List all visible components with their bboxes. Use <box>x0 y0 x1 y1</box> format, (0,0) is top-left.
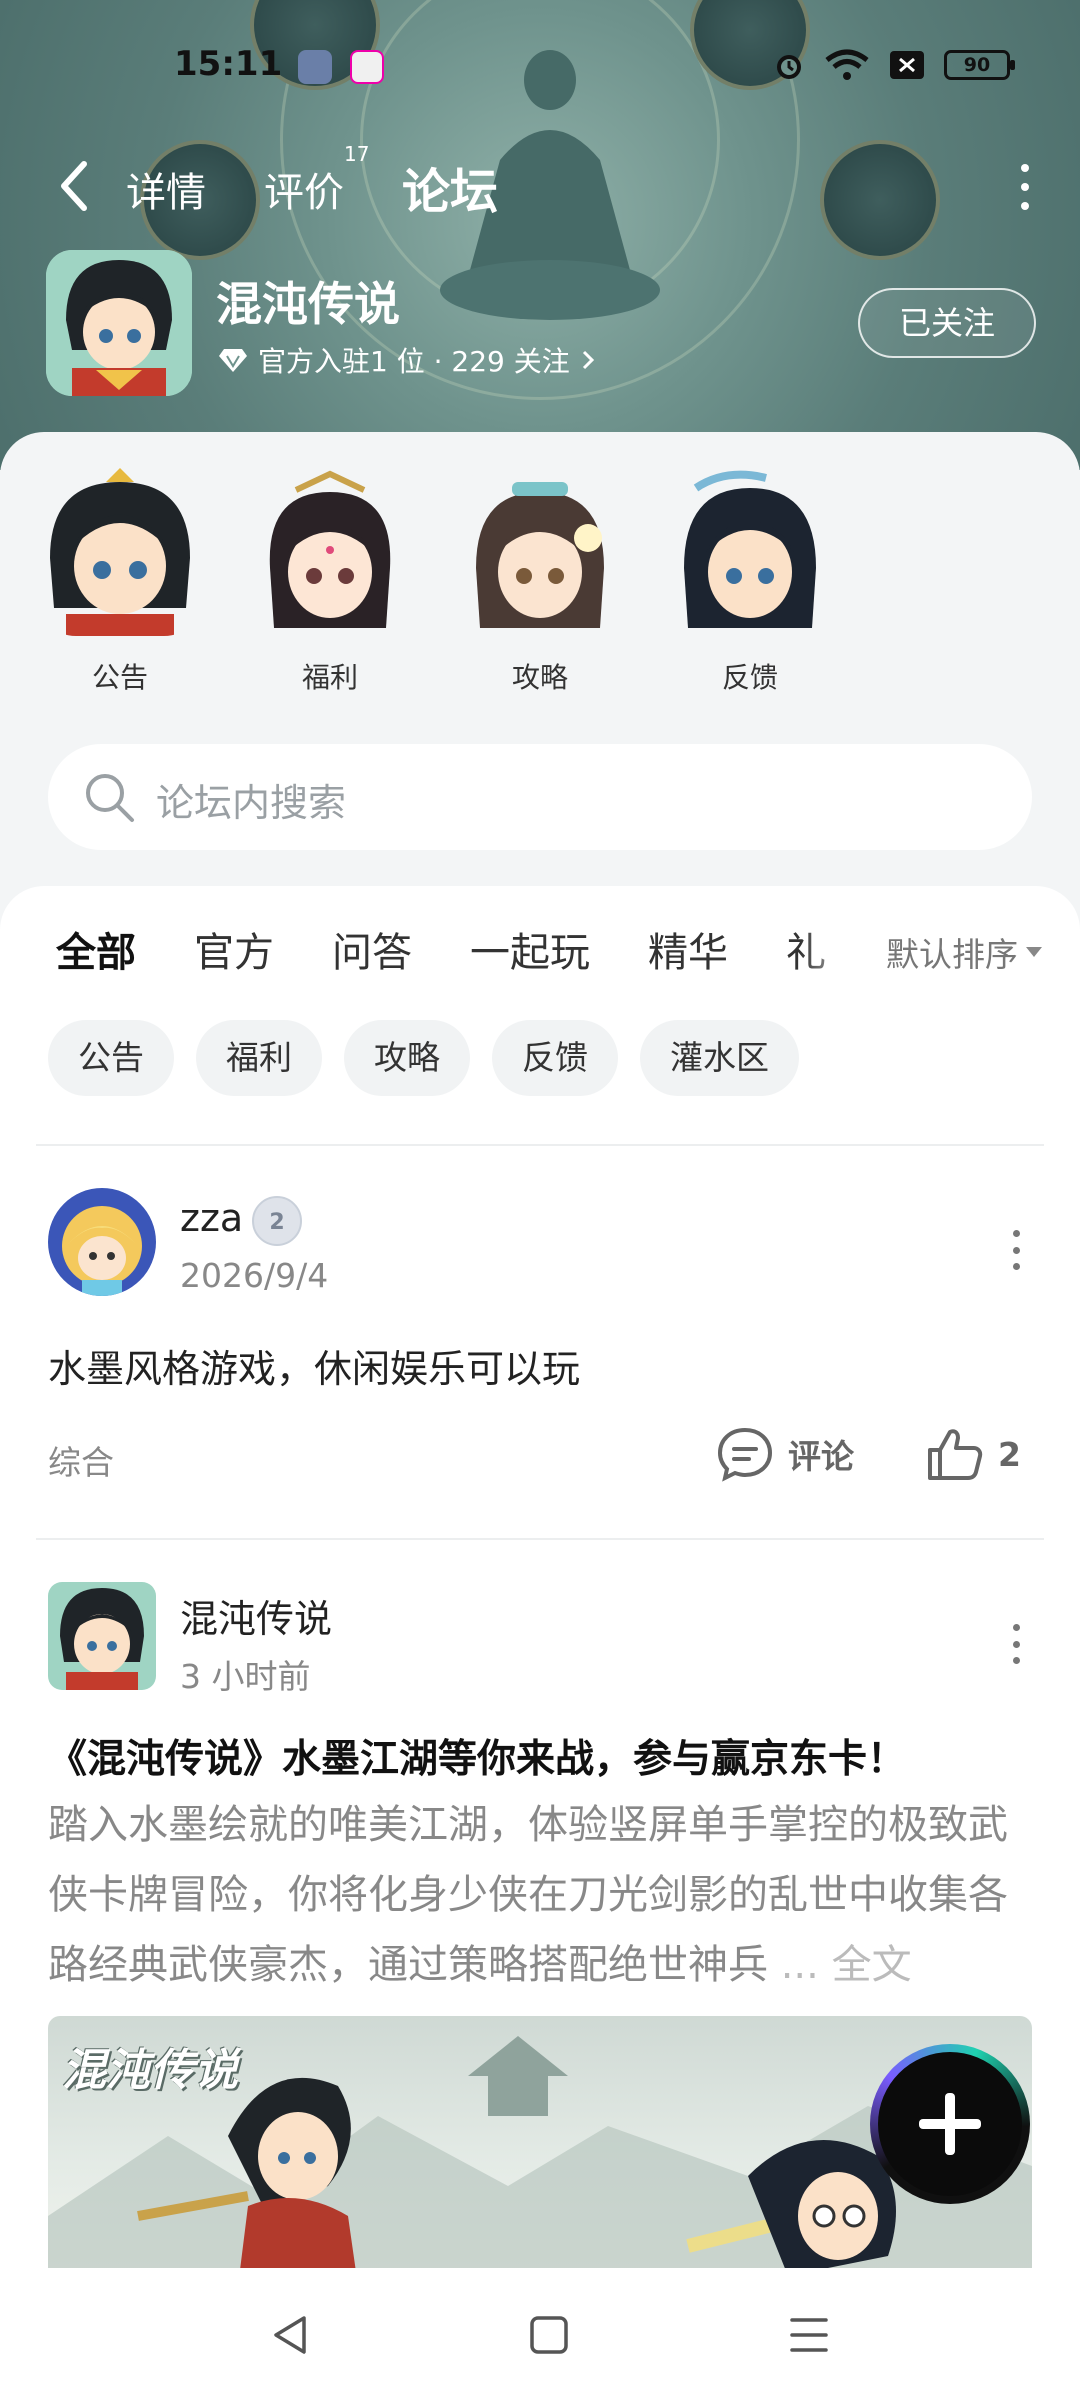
filter-tab-play-together[interactable]: 一起玩 <box>470 920 590 978</box>
sort-label: 默认排序 <box>886 935 1018 974</box>
announcement-avatar <box>36 468 204 636</box>
post-date: 2026/9/4 <box>180 1256 329 1295</box>
tab-details[interactable]: 详情 <box>126 160 206 218</box>
filter-tab-all[interactable]: 全部 <box>56 920 136 982</box>
post-text[interactable]: 水墨风格游戏，休闲娱乐可以玩 <box>48 1338 580 1393</box>
quick-link-label: 福利 <box>301 661 358 694</box>
filter-tab-official[interactable]: 官方 <box>194 920 274 978</box>
status-bar: 15:11 90 <box>0 44 1080 94</box>
top-nav: 详情 评价 17 论坛 <box>0 142 1080 222</box>
diamond-icon <box>219 349 247 372</box>
nav-home-icon[interactable] <box>526 2312 572 2358</box>
tab-forum[interactable]: 论坛 <box>402 152 498 222</box>
comment-button[interactable]: 评论 <box>716 1426 854 1482</box>
filter-tabs: 全部官方问答一起玩精华礼 <box>56 920 856 990</box>
avatar[interactable] <box>48 1582 156 1690</box>
more-options-button[interactable] <box>1010 164 1040 210</box>
app-notification-icon <box>350 50 384 84</box>
quick-link-announcement[interactable]: 公告 <box>36 468 204 698</box>
reviews-count: 17 <box>344 142 370 166</box>
back-icon[interactable] <box>52 156 102 216</box>
sim-icon <box>890 51 924 79</box>
guides-avatar <box>456 468 624 636</box>
create-post-button[interactable] <box>870 2044 1030 2204</box>
quick-link-label: 反馈 <box>721 661 778 694</box>
battery-indicator: 90 <box>944 50 1015 80</box>
caret-down-icon <box>1026 947 1042 957</box>
divider <box>36 1538 1044 1540</box>
plus-icon <box>878 2052 1022 2196</box>
sort-dropdown[interactable]: 默认排序 <box>886 928 1042 976</box>
chevron-right-icon <box>582 350 594 370</box>
benefits-avatar <box>246 468 414 636</box>
quick-link-guides[interactable]: 攻略 <box>456 468 624 698</box>
game-meta-text: 官方入驻1 位 · 229 关注 <box>258 345 570 378</box>
quick-link-benefits[interactable]: 福利 <box>246 468 414 698</box>
search-placeholder: 论坛内搜索 <box>156 781 347 825</box>
like-count: 2 <box>998 1434 1021 1474</box>
avatar[interactable] <box>48 1188 156 1296</box>
nav-menu-icon[interactable] <box>786 2312 832 2358</box>
post-more-button[interactable] <box>1010 1230 1022 1270</box>
comment-label: 评论 <box>788 1437 854 1476</box>
filter-tab-qa[interactable]: 问答 <box>332 920 412 978</box>
forum-search-input[interactable]: 论坛内搜索 <box>48 744 1032 850</box>
comment-icon <box>717 1427 773 1482</box>
follow-button[interactable]: 已关注 <box>858 288 1036 358</box>
banner-title: 混沌传说 <box>62 2045 238 2096</box>
search-icon <box>86 774 134 822</box>
post-body[interactable]: 踏入水墨绘就的唯美江湖，体验竖屏单手掌控的极致武侠卡牌冒险，你将化身少侠在刀光剑… <box>48 1790 1038 2000</box>
post-tag[interactable]: 综合 <box>48 1436 114 1484</box>
divider <box>36 1144 1044 1146</box>
read-more-link[interactable]: ... 全文 <box>781 1942 912 1988</box>
like-button[interactable]: 2 <box>926 1426 1021 1482</box>
quick-link-label: 攻略 <box>511 661 568 694</box>
quick-link-label: 公告 <box>91 661 148 694</box>
app-notification-icon <box>298 50 332 84</box>
chip-benefits[interactable]: 福利 <box>196 1020 322 1096</box>
filter-tab-featured[interactable]: 精华 <box>648 920 728 978</box>
post-author[interactable]: 混沌传说 <box>180 1588 332 1643</box>
alarm-icon <box>777 55 801 79</box>
post-date: 3 小时前 <box>180 1657 311 1696</box>
game-icon[interactable] <box>46 250 192 396</box>
tabs-fade <box>800 916 870 986</box>
game-title: 混沌传说 <box>216 277 400 331</box>
quick-link-feedback[interactable]: 反馈 <box>666 468 834 698</box>
header-banner: 15:11 90 详情 评价 17 论坛 混沌传说 官方入驻1 位 · 229 … <box>0 0 1080 470</box>
feedback-avatar <box>666 468 834 636</box>
wifi-icon <box>825 49 869 80</box>
post-author[interactable]: zza <box>180 1196 243 1240</box>
chip-chat[interactable]: 灌水区 <box>640 1020 799 1096</box>
post-more-button[interactable] <box>1010 1624 1022 1664</box>
chip-guides[interactable]: 攻略 <box>344 1020 470 1096</box>
quick-links: 公告 福利 攻略 反馈 <box>36 468 936 698</box>
chip-feedback[interactable]: 反馈 <box>492 1020 618 1096</box>
category-chips: 公告 福利 攻略 反馈 灌水区 <box>48 1020 799 1096</box>
system-nav-bar <box>0 2268 1080 2400</box>
game-meta[interactable]: 官方入驻1 位 · 229 关注 <box>218 340 596 380</box>
tab-reviews[interactable]: 评价 <box>264 160 344 218</box>
level-badge: 2 <box>252 1196 302 1246</box>
nav-back-icon[interactable] <box>268 2312 314 2358</box>
chip-announcement[interactable]: 公告 <box>48 1020 174 1096</box>
game-info: 混沌传说 官方入驻1 位 · 229 关注 已关注 <box>46 250 1036 400</box>
post-title[interactable]: 《混沌传说》水墨江湖等你来战，参与赢京东卡！ <box>48 1728 1038 1784</box>
status-time: 15:11 <box>174 44 283 84</box>
thumbs-up-icon <box>928 1429 983 1480</box>
